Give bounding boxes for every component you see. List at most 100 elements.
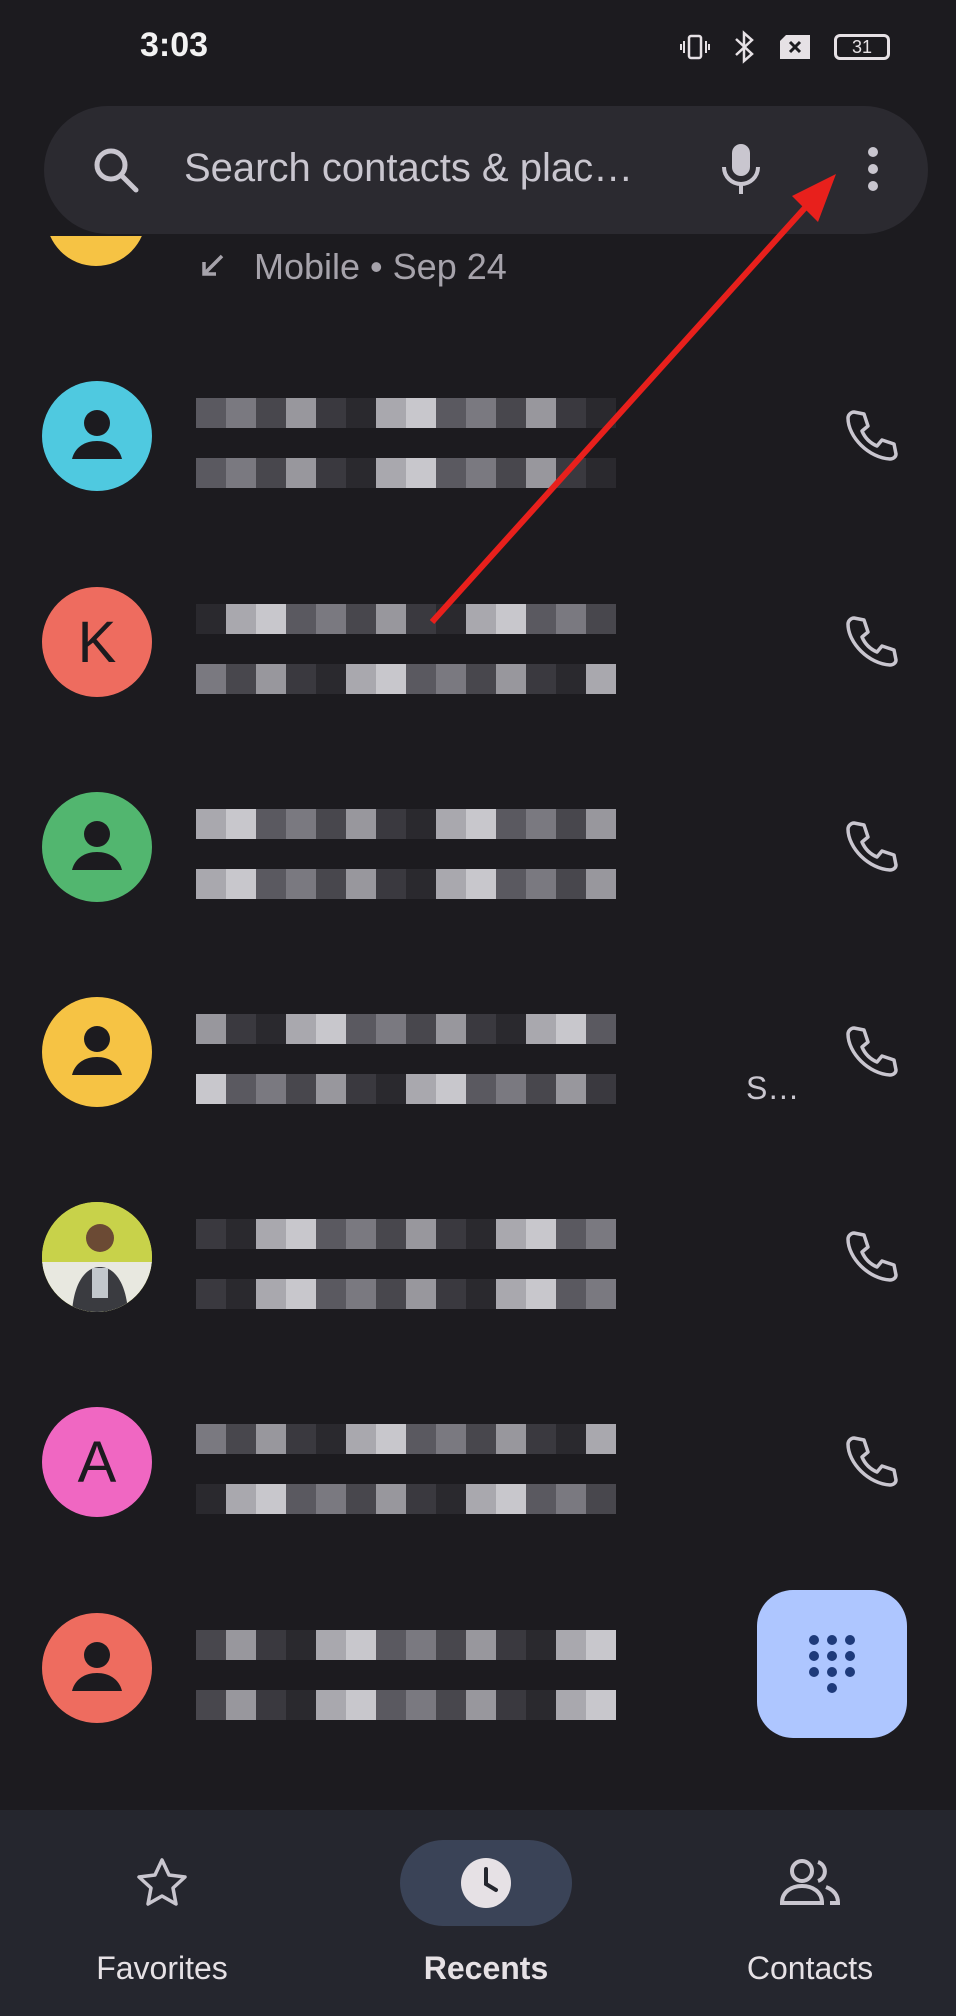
call-button[interactable] [840, 406, 900, 466]
redacted-pixel [226, 604, 256, 634]
call-detail: Mobile • Sep 24 [254, 246, 507, 287]
redacted-pixel [286, 1279, 316, 1309]
redacted-pixel [226, 398, 256, 428]
redacted-pixel [346, 664, 376, 694]
call-button[interactable] [840, 817, 900, 877]
avatar[interactable] [42, 1613, 152, 1723]
clock-icon [461, 1858, 511, 1908]
contact-row[interactable] [0, 757, 956, 947]
contact-name-redacted [196, 1630, 756, 1660]
person-icon [72, 1642, 122, 1691]
dialpad-icon [809, 1635, 855, 1693]
contact-detail-redacted [196, 1690, 756, 1720]
redacted-pixel [526, 1424, 556, 1454]
avatar[interactable]: K [42, 587, 152, 697]
partial-call-entry[interactable]: Mobile • Sep 24 [0, 236, 956, 296]
redacted-pixel [406, 869, 436, 899]
redacted-pixel [226, 1279, 256, 1309]
redacted-pixel [526, 809, 556, 839]
nav-favorites[interactable]: Favorites [32, 1840, 292, 1987]
redacted-pixel [406, 458, 436, 488]
call-button[interactable] [840, 1227, 900, 1287]
redacted-pixel [346, 1424, 376, 1454]
contact-row[interactable] [0, 346, 956, 536]
nav-recents[interactable]: Recents [356, 1840, 616, 1987]
contact-row[interactable]: A [0, 1372, 956, 1562]
redacted-pixel [376, 1279, 406, 1309]
more-options-icon[interactable] [840, 136, 906, 202]
redacted-pixel [316, 809, 346, 839]
redacted-pixel [466, 869, 496, 899]
redacted-pixel [316, 869, 346, 899]
contact-row[interactable] [0, 1167, 956, 1357]
call-button[interactable] [840, 1022, 900, 1082]
redacted-pixel [466, 604, 496, 634]
avatar[interactable] [42, 792, 152, 902]
redacted-pixel [526, 458, 556, 488]
nav-label-favorites: Favorites [96, 1950, 228, 1986]
redacted-pixel [196, 1219, 226, 1249]
redacted-pixel [466, 1279, 496, 1309]
redacted-pixel [406, 1630, 436, 1660]
search-input[interactable]: Search contacts & plac… [184, 146, 633, 191]
redacted-pixel [376, 869, 406, 899]
redacted-pixel [586, 1690, 616, 1720]
redacted-pixel [496, 1484, 526, 1514]
redacted-pixel [556, 458, 586, 488]
redacted-pixel [586, 398, 616, 428]
redacted-pixel [226, 1014, 256, 1044]
redacted-pixel [346, 809, 376, 839]
redacted-pixel [556, 1014, 586, 1044]
redacted-pixel [556, 398, 586, 428]
redacted-pixel [256, 1690, 286, 1720]
dialpad-button[interactable] [757, 1590, 907, 1738]
redacted-pixel [286, 1484, 316, 1514]
redacted-pixel [436, 869, 466, 899]
contact-row[interactable]: K [0, 552, 956, 742]
redacted-pixel [556, 1074, 586, 1104]
redacted-pixel [586, 604, 616, 634]
star-icon [137, 1858, 187, 1906]
redacted-pixel [286, 458, 316, 488]
search-bar[interactable]: Search contacts & plac… [44, 106, 928, 234]
redacted-pixel [496, 1279, 526, 1309]
redacted-pixel [196, 1074, 226, 1104]
contact-name-redacted [196, 604, 756, 634]
search-icon[interactable] [88, 142, 144, 198]
avatar[interactable] [42, 997, 152, 1107]
redacted-pixel [286, 1630, 316, 1660]
redacted-pixel [286, 1074, 316, 1104]
redacted-pixel [196, 664, 226, 694]
status-time: 3:03 [140, 26, 209, 64]
avatar[interactable]: A [42, 1407, 152, 1517]
redacted-pixel [586, 809, 616, 839]
redacted-pixel [226, 1630, 256, 1660]
avatar[interactable] [42, 381, 152, 491]
redacted-pixel [496, 869, 526, 899]
redacted-pixel [376, 1014, 406, 1044]
call-button[interactable] [840, 612, 900, 672]
redacted-pixel [526, 1074, 556, 1104]
redacted-pixel [256, 604, 286, 634]
redacted-pixel [556, 1279, 586, 1309]
redacted-pixel [196, 1014, 226, 1044]
microphone-icon[interactable] [708, 136, 774, 202]
redacted-pixel [436, 604, 466, 634]
redacted-pixel [526, 1219, 556, 1249]
contact-row[interactable]: S… [0, 962, 956, 1152]
redacted-pixel [526, 664, 556, 694]
redacted-pixel [376, 1074, 406, 1104]
redacted-pixel [376, 604, 406, 634]
redacted-pixel [526, 1279, 556, 1309]
redacted-pixel [436, 1630, 466, 1660]
call-button[interactable] [840, 1432, 900, 1492]
redacted-pixel [256, 664, 286, 694]
nav-contacts[interactable]: Contacts [680, 1840, 940, 1987]
contact-detail-redacted [196, 1484, 756, 1514]
redacted-pixel [226, 869, 256, 899]
avatar[interactable] [42, 1202, 152, 1312]
redacted-pixel [586, 1424, 616, 1454]
avatar-letter: K [77, 609, 117, 675]
phone-icon [846, 410, 898, 461]
redacted-pixel [586, 664, 616, 694]
